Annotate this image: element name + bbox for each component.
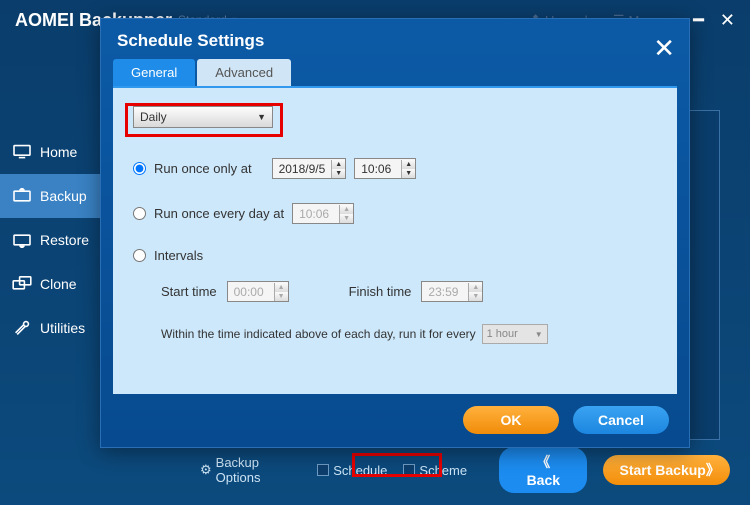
down-icon[interactable]: ▼ bbox=[469, 292, 482, 301]
sidebar-label: Home bbox=[40, 144, 77, 160]
radio-run-once[interactable] bbox=[133, 162, 146, 175]
dialog-buttons: OK Cancel bbox=[101, 406, 669, 434]
tools-icon bbox=[12, 320, 32, 336]
restore-icon bbox=[12, 232, 32, 248]
start-time-label: Start time bbox=[161, 284, 217, 299]
down-icon[interactable]: ▼ bbox=[275, 292, 288, 301]
option-run-every-day[interactable]: Run once every day at 10:06▲▼ bbox=[133, 203, 657, 224]
intervals-times: Start time 00:00▲▼ Finish time 23:59▲▼ bbox=[161, 281, 657, 302]
dialog-close-button[interactable]: ✕ bbox=[653, 33, 675, 64]
interval-note: Within the time indicated above of each … bbox=[161, 324, 657, 344]
back-button[interactable]: 《 Back bbox=[499, 447, 587, 493]
minimize-button[interactable]: ━ bbox=[693, 10, 704, 31]
highlight-schedule bbox=[352, 453, 442, 477]
sidebar-label: Restore bbox=[40, 232, 89, 248]
cancel-button[interactable]: Cancel bbox=[573, 406, 669, 434]
tab-advanced[interactable]: Advanced bbox=[197, 59, 291, 86]
up-icon[interactable]: ▲ bbox=[332, 160, 345, 169]
time-field[interactable]: 10:06▲▼ bbox=[354, 158, 416, 179]
time-field-disabled[interactable]: 10:06▲▼ bbox=[292, 203, 354, 224]
up-icon[interactable]: ▲ bbox=[402, 160, 415, 169]
checkbox-icon bbox=[317, 464, 329, 476]
run-once-label: Run once only at bbox=[154, 161, 252, 176]
date-field[interactable]: 2018/9/5▲▼ bbox=[272, 158, 347, 179]
clone-icon bbox=[12, 276, 32, 292]
tab-general[interactable]: General bbox=[113, 59, 195, 86]
every-day-label: Run once every day at bbox=[154, 206, 284, 221]
up-icon[interactable]: ▲ bbox=[275, 283, 288, 292]
start-backup-button[interactable]: Start Backup》 bbox=[603, 455, 730, 485]
dialog-title: Schedule Settings bbox=[101, 19, 689, 59]
backup-options-link[interactable]: ⚙Backup Options bbox=[200, 455, 301, 485]
up-icon[interactable]: ▲ bbox=[469, 283, 482, 292]
gear-icon: ⚙ bbox=[200, 462, 212, 478]
backup-icon bbox=[12, 188, 32, 204]
sidebar-label: Backup bbox=[40, 188, 87, 204]
bottom-bar: ⚙Backup Options Schedule Scheme 《 Back S… bbox=[200, 447, 730, 493]
monitor-icon bbox=[12, 144, 32, 160]
up-icon[interactable]: ▲ bbox=[340, 205, 353, 214]
chevron-down-icon: ▼ bbox=[535, 330, 543, 339]
down-icon[interactable]: ▼ bbox=[402, 169, 415, 178]
down-icon[interactable]: ▼ bbox=[340, 214, 353, 223]
finish-time-label: Finish time bbox=[349, 284, 412, 299]
radio-every-day[interactable] bbox=[133, 207, 146, 220]
highlight-frequency bbox=[125, 103, 283, 137]
radio-intervals[interactable] bbox=[133, 249, 146, 262]
schedule-dialog: Schedule Settings ✕ General Advanced Dai… bbox=[100, 18, 690, 448]
sidebar-label: Utilities bbox=[40, 320, 85, 336]
app-window: AOMEI Backupper Standard ▼ ⬆Upgrade ☰Men… bbox=[0, 0, 750, 505]
close-button[interactable]: ✕ bbox=[720, 10, 735, 31]
dialog-tabs: General Advanced bbox=[113, 59, 677, 88]
option-intervals[interactable]: Intervals bbox=[133, 248, 657, 263]
option-run-once[interactable]: Run once only at 2018/9/5▲▼ 10:06▲▼ bbox=[133, 158, 657, 179]
sidebar-label: Clone bbox=[40, 276, 77, 292]
down-icon[interactable]: ▼ bbox=[332, 169, 345, 178]
interval-every-dropdown[interactable]: 1 hour▼ bbox=[482, 324, 548, 344]
start-time-field[interactable]: 00:00▲▼ bbox=[227, 281, 289, 302]
ok-button[interactable]: OK bbox=[463, 406, 559, 434]
intervals-label: Intervals bbox=[154, 248, 203, 263]
finish-time-field[interactable]: 23:59▲▼ bbox=[421, 281, 483, 302]
